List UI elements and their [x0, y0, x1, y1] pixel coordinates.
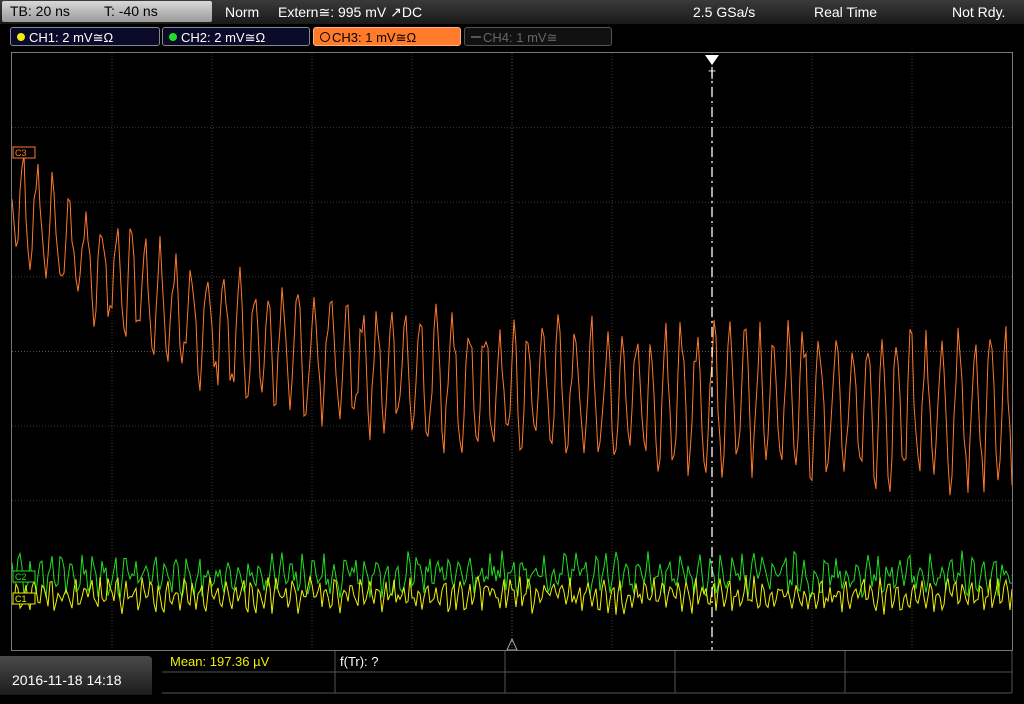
ch2-ground-marker[interactable]: C2 — [12, 570, 36, 583]
channel-1-button[interactable]: CH1: 2 mV≅Ω — [10, 27, 160, 46]
channel-bar: CH1: 2 mV≅Ω CH2: 2 mV≅Ω CH3: 1 mV≅Ω CH4:… — [0, 24, 1024, 50]
ch3-ground-marker[interactable]: C3 — [12, 146, 36, 159]
trigger-source[interactable]: Extern≅: 995 mV ↗DC — [278, 0, 422, 24]
channel-1-label: CH1: 2 mV≅Ω — [29, 30, 114, 45]
ch1-marker-label: C1 — [15, 594, 27, 604]
trigger-time-label: T: -40 ns — [104, 3, 158, 19]
acquisition-status: Not Rdy. — [952, 4, 1006, 20]
channel-1-dot — [17, 33, 25, 41]
datetime-label: 2016-11-18 14:18 — [12, 672, 122, 688]
measurement-grid — [162, 651, 1013, 694]
ch1-ground-marker[interactable]: C1 — [12, 592, 36, 605]
channel-3-dot — [320, 32, 330, 42]
bottom-bar — [0, 651, 1024, 695]
channel-3-button[interactable]: CH3: 1 mV≅Ω — [313, 27, 461, 46]
channel-4-label: CH4: 1 mV≅ — [483, 30, 558, 45]
channel-2-label: CH2: 2 mV≅Ω — [181, 30, 266, 45]
ch2-marker-label: C2 — [15, 572, 27, 582]
waveform-svg: T C3 C2 C1 — [12, 53, 1012, 650]
datetime-display: 2016-11-18 14:18 — [0, 656, 152, 695]
mean-measurement[interactable]: Mean: 197.36 µV — [170, 651, 269, 673]
trigger-marker-label: T — [708, 68, 716, 82]
sample-rate: 2.5 GSa/s — [693, 4, 756, 20]
top-status-bar: TB: 20 ns T: -40 ns Norm Extern≅: 995 mV… — [0, 0, 1024, 24]
timebase-label: TB: 20 ns — [10, 3, 70, 19]
channel-3-label: CH3: 1 mV≅Ω — [332, 30, 417, 45]
ch3-marker-label: C3 — [15, 148, 27, 158]
timebase-box[interactable]: TB: 20 ns T: -40 ns — [2, 1, 212, 22]
channel-4-dot — [471, 36, 481, 38]
channel-2-dot — [169, 33, 177, 41]
channel-4-button[interactable]: CH4: 1 mV≅ — [464, 27, 612, 46]
channel-2-button[interactable]: CH2: 2 mV≅Ω — [162, 27, 310, 46]
trigger-arrow-icon[interactable] — [705, 55, 719, 65]
waveform-display[interactable]: T C3 C2 C1 — [11, 52, 1013, 651]
acquisition-mode: Real Time — [814, 4, 878, 20]
trigger-mode[interactable]: Norm — [225, 0, 259, 24]
frequency-measurement[interactable]: f(Tr): ? — [340, 651, 379, 673]
